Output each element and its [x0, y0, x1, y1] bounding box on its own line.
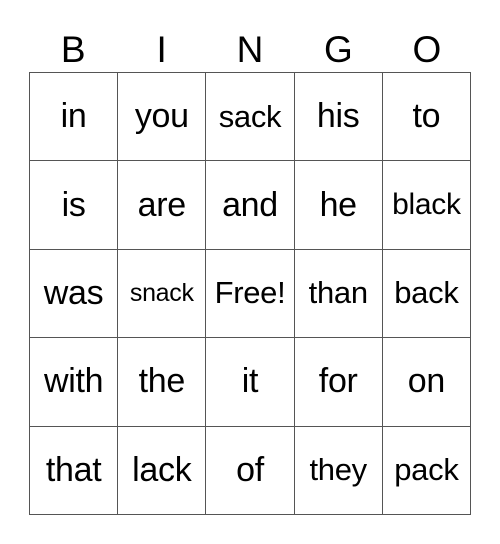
- bingo-cell: you: [118, 73, 207, 162]
- bingo-cell: of: [206, 426, 295, 515]
- bingo-cell: snack: [118, 249, 207, 339]
- bingo-cell: back: [382, 249, 471, 339]
- bingo-cell: his: [294, 73, 383, 162]
- bingo-cell: it: [206, 338, 295, 427]
- bingo-cell: he: [294, 161, 383, 250]
- bingo-cell: was: [30, 249, 119, 339]
- bingo-grid: in you sack his to is are and he black was snack Fre…: [29, 72, 471, 515]
- bingo-cell: black: [382, 161, 471, 250]
- bingo-cell: for: [294, 338, 383, 427]
- bingo-cell: on: [382, 338, 471, 427]
- bingo-cell: are: [118, 161, 207, 250]
- header-letter-i: I: [156, 29, 167, 70]
- bingo-cell: that: [30, 426, 119, 515]
- bingo-header: B I N G O: [29, 28, 471, 72]
- bingo-cell: sack: [206, 73, 295, 162]
- header-letter-n: N: [236, 29, 264, 70]
- bingo-cell: the: [118, 338, 207, 427]
- bingo-cell: with: [30, 338, 119, 427]
- bingo-cell: to: [382, 73, 471, 162]
- bingo-cell: they: [294, 426, 383, 515]
- free-space-cell: Free!: [206, 249, 295, 339]
- bingo-cell: pack: [382, 426, 471, 515]
- header-letter-o: O: [412, 29, 442, 70]
- bingo-cell: in: [30, 73, 119, 162]
- header-letter-b: B: [60, 29, 86, 70]
- bingo-cell: lack: [118, 426, 207, 515]
- bingo-cell: is: [30, 161, 119, 250]
- bingo-cell: than: [294, 249, 383, 339]
- bingo-cell: and: [206, 161, 295, 250]
- header-letter-g: G: [324, 29, 353, 70]
